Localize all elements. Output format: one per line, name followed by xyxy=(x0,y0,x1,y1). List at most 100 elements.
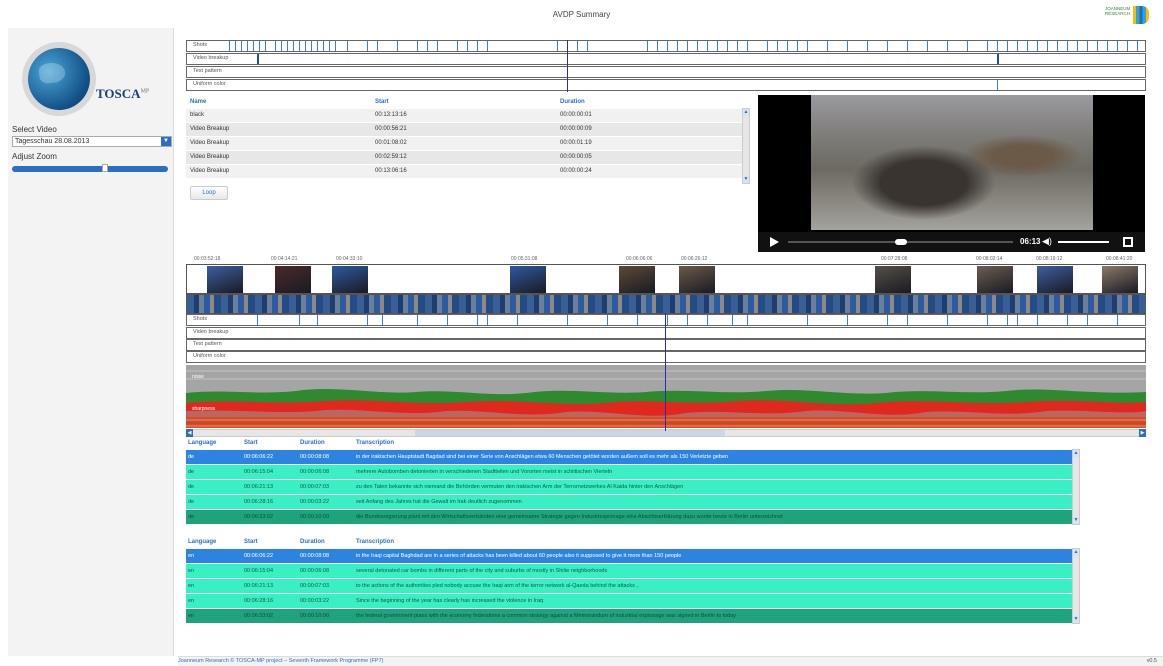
scroll-down-icon[interactable]: ▼ xyxy=(1073,616,1079,623)
video-select[interactable]: Tagesschau 28.08.2013 ▼ xyxy=(12,136,172,147)
timeline-track-test-pattern[interactable]: Test pattern xyxy=(186,339,1146,351)
shot-marker xyxy=(727,41,728,51)
shot-marker xyxy=(787,41,788,51)
col-language[interactable]: Language xyxy=(186,437,242,449)
select-video-label: Select Video xyxy=(12,125,57,134)
events-scrollbar[interactable]: ▲ ▼ xyxy=(742,108,750,184)
shot-marker xyxy=(265,41,266,51)
row-transcription: to the actions of the authorities pled n… xyxy=(354,577,1072,593)
seek-handle[interactable] xyxy=(894,239,907,245)
transcript-row[interactable]: de 00:06:33:02 00:00:10:00 die Bundesregier… xyxy=(186,508,1072,524)
event-start: 00:02:59:12 xyxy=(371,149,556,164)
play-icon[interactable] xyxy=(770,237,779,247)
scroll-up-icon[interactable]: ▲ xyxy=(1073,549,1079,556)
events-col-start[interactable]: Start xyxy=(371,97,556,108)
keyframe-thumbnail[interactable] xyxy=(207,266,243,293)
keyframe-thumbnail[interactable] xyxy=(1037,266,1073,293)
events-col-name[interactable]: Name xyxy=(186,97,371,108)
scroll-up-icon[interactable]: ▲ xyxy=(743,109,749,116)
event-row[interactable]: Video Breakup 00:01:08:02 00:00:01:19 xyxy=(186,135,742,150)
volume-slider[interactable] xyxy=(1058,241,1109,243)
keyframe-thumbnail[interactable] xyxy=(875,266,911,293)
graph-label-sharpness: sharpness xyxy=(192,406,216,412)
keyframe-thumbnails[interactable] xyxy=(186,264,1146,294)
quality-graph[interactable]: noise sharpness xyxy=(186,365,1146,428)
chevron-down-icon[interactable]: ▼ xyxy=(161,137,171,146)
overview-track-video-breakup[interactable]: Video breakup xyxy=(186,53,1146,65)
joanneum-research-logo: JOANNEUM RESEARCH xyxy=(1105,6,1149,24)
event-start: 00:00:56:21 xyxy=(371,121,556,136)
shot-marker xyxy=(827,41,828,51)
scroll-up-icon[interactable]: ▲ xyxy=(1073,450,1079,457)
shot-marker xyxy=(311,41,312,51)
shot-filmstrip[interactable] xyxy=(186,294,1146,314)
track-label: Shots xyxy=(193,316,208,322)
fullscreen-icon[interactable] xyxy=(1123,237,1133,247)
transcript-de-scrollbar[interactable]: ▲ ▼ xyxy=(1072,449,1080,525)
footer: Joanneum Research © TOSCA-MP project – S… xyxy=(178,656,1163,666)
scroll-left-icon[interactable]: ◀ xyxy=(186,429,193,437)
track-label: Test pattern xyxy=(193,68,222,74)
col-transcription[interactable]: Transcription xyxy=(354,536,1072,548)
timeline-scrollbar[interactable]: ◀ ▶ xyxy=(186,429,1146,437)
row-duration: 00:00:10:00 xyxy=(298,607,354,623)
keyframe-thumbnail[interactable] xyxy=(619,266,655,293)
breakup-marker xyxy=(997,54,999,64)
transcript-row[interactable]: en 00:06:21:13 00:00:07:03 to the actions o… xyxy=(186,577,1072,593)
col-duration[interactable]: Duration xyxy=(298,536,354,548)
scroll-right-icon[interactable]: ▶ xyxy=(1139,429,1146,437)
scroll-down-icon[interactable]: ▼ xyxy=(1073,517,1079,524)
shot-marker xyxy=(417,315,418,325)
event-row[interactable]: Video Breakup 00:13:06:16 00:00:00:24 xyxy=(186,163,742,178)
keyframe-thumbnail[interactable] xyxy=(1102,266,1138,293)
events-col-duration[interactable]: Duration xyxy=(556,97,742,108)
transcript-en-scrollbar[interactable]: ▲ ▼ xyxy=(1072,548,1080,624)
timestamp-label: 00:04:14:21 xyxy=(271,256,298,262)
timeline-scroll-thumb[interactable] xyxy=(415,430,725,436)
timeline-cursor[interactable] xyxy=(665,313,666,431)
shot-marker xyxy=(747,315,748,325)
transcript-row[interactable]: de 00:06:06:22 00:00:08:08 in der irakische… xyxy=(186,448,1072,464)
keyframe-thumbnail[interactable] xyxy=(510,266,546,293)
timestamp-label: 00:08:19:12 xyxy=(1036,256,1063,262)
transcript-row[interactable]: en 00:06:33:02 00:00:10:00 the federal gove… xyxy=(186,607,1072,623)
scroll-down-icon[interactable]: ▼ xyxy=(743,176,749,183)
overview-track-shots[interactable]: Shots xyxy=(186,40,1146,52)
timestamp-label: 00:05:31:08 xyxy=(511,256,538,262)
col-duration[interactable]: Duration xyxy=(298,437,354,449)
timeline-track-uniform-color[interactable]: Uniform color xyxy=(186,351,1146,363)
keyframe-thumbnail[interactable] xyxy=(977,266,1013,293)
event-row[interactable]: Video Breakup 00:02:59:12 00:00:00:05 xyxy=(186,149,742,164)
keyframe-thumbnail[interactable] xyxy=(275,266,311,293)
row-language: de xyxy=(186,508,242,524)
volume-icon[interactable]: ◀) xyxy=(1042,236,1052,247)
loop-button[interactable]: Loop xyxy=(190,186,228,200)
col-transcription[interactable]: Transcription xyxy=(354,437,1072,449)
transcript-row[interactable]: de 00:06:15:04 00:00:06:08 mehrere Autobomb… xyxy=(186,463,1072,479)
shot-marker xyxy=(807,41,808,51)
col-start[interactable]: Start xyxy=(242,536,298,548)
overview-track-test-pattern[interactable]: Test pattern xyxy=(186,66,1146,78)
row-start: 00:06:15:04 xyxy=(242,463,298,479)
keyframe-thumbnail[interactable] xyxy=(679,266,715,293)
timeline-track-shots[interactable]: Shots xyxy=(186,314,1146,326)
event-row[interactable]: black 00:13:13:16 00:00:00:01 xyxy=(186,107,742,122)
col-language[interactable]: Language xyxy=(186,536,242,548)
overview-track-uniform-color[interactable]: Uniform color xyxy=(186,79,1146,91)
transcript-row[interactable]: de 00:06:28:16 00:00:03:22 seit Anfang des … xyxy=(186,493,1072,509)
transcript-row[interactable]: de 00:06:21:13 00:00:07:03 zu den Taten bek… xyxy=(186,478,1072,494)
event-row[interactable]: Video Breakup 00:00:56:21 00:00:00:09 xyxy=(186,121,742,136)
transcript-row[interactable]: en 00:06:28:16 00:00:03:22 Since the beginn… xyxy=(186,592,1072,608)
keyframe-thumbnail[interactable] xyxy=(332,266,368,293)
zoom-slider-track[interactable] xyxy=(12,166,168,172)
transcript-row[interactable]: en 00:06:06:22 00:00:08:08 in the Iraqi cap… xyxy=(186,547,1072,563)
shot-marker xyxy=(987,315,988,325)
timeline-track-video-breakup[interactable]: Video breakup xyxy=(186,327,1146,339)
col-start[interactable]: Start xyxy=(242,437,298,449)
shot-marker xyxy=(235,41,236,51)
zoom-slider-handle[interactable] xyxy=(102,164,109,172)
video-frame[interactable] xyxy=(811,95,1093,230)
event-start: 00:13:06:16 xyxy=(371,163,556,178)
video-player[interactable]: 06:13 ◀) xyxy=(758,95,1145,252)
transcript-row[interactable]: en 00:06:15:04 00:00:06:08 several detonate… xyxy=(186,562,1072,578)
